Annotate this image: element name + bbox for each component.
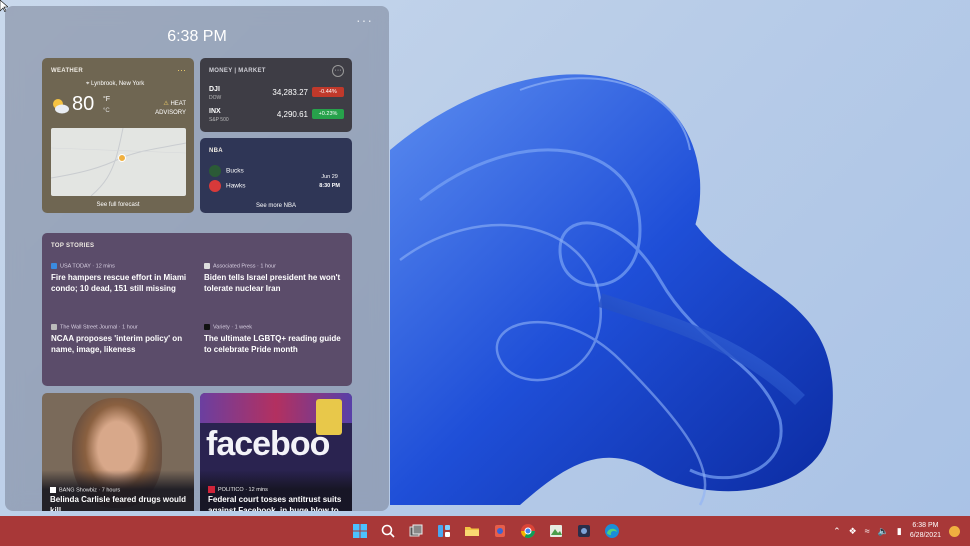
battery-icon[interactable]: ▮ — [897, 526, 902, 537]
show-hidden-icons-chevron-icon[interactable]: ⌃ — [833, 526, 841, 537]
photo-story-source-text: BANG Showbiz · 7 hours — [59, 487, 121, 493]
money-market-widget[interactable]: MONEY | MARKET ··· DJI DOW 34,283.27 -0.… — [200, 58, 352, 132]
taskbar-date: 6/28/2021 — [909, 532, 941, 539]
chrome-icon[interactable] — [520, 523, 536, 539]
story-item[interactable]: Variety · 1 week The ultimate LGBTQ+ rea… — [204, 324, 344, 355]
story-source-text: Variety · 1 week — [213, 324, 253, 331]
stock-price: 34,283.27 — [272, 88, 308, 97]
weather-label: WEATHER — [51, 68, 83, 74]
see-more-nba-link[interactable]: See more NBA — [200, 203, 352, 209]
team-hawks[interactable]: Hawks — [209, 180, 246, 192]
hawks-logo-icon — [209, 180, 221, 192]
story-headline: Biden tells Israel president he won't to… — [204, 273, 341, 294]
weather-location: ⌖ Lynbrook, New York — [86, 81, 145, 87]
photo-story-source: POLITICO · 12 mins — [208, 486, 268, 493]
location-pin-icon — [118, 154, 126, 162]
nba-label: NBA — [209, 148, 223, 154]
stock-row-inx[interactable]: INX S&P 500 4,290.61 +0.23% — [209, 108, 344, 124]
stock-change-badge: -0.44% — [312, 87, 344, 97]
taskbar: ⌃ ❖ ≈ 🔈 ▮ 6:38 PM 6/28/2021 — [0, 516, 970, 546]
story-headline: NCAA proposes 'interim policy' on name, … — [51, 334, 183, 355]
weather-widget[interactable]: WEATHER ··· ⌖ Lynbrook, New York 80 °F °… — [42, 58, 194, 213]
story-item[interactable]: USA TODAY · 12 mins Fire hampers rescue … — [51, 263, 191, 294]
story-item[interactable]: Associated Press · 1 hour Biden tells Is… — [204, 263, 344, 294]
usa-today-icon — [51, 263, 57, 269]
wifi-icon[interactable]: ≈ — [865, 526, 870, 536]
game-time: 8:30 PM — [319, 183, 340, 189]
story-source: USA TODAY · 12 mins — [51, 263, 191, 269]
dropbox-icon[interactable]: ❖ — [849, 526, 857, 537]
game-datetime: Jun 29 8:30 PM — [319, 173, 340, 191]
taskbar-clock[interactable]: 6:38 PM 6/28/2021 — [910, 521, 941, 541]
stock-symbol: INX — [209, 108, 221, 115]
widgets-panel: ··· 6:38 PM WEATHER ··· ⌖ Lynbrook, New … — [5, 6, 389, 511]
heat-advisory-alert[interactable]: ⚠ HEAT ADVISORY — [155, 100, 186, 118]
warning-icon: ⚠ — [163, 101, 169, 107]
weather-temperature: 80 — [72, 93, 95, 115]
weather-more-icon[interactable]: ··· — [177, 65, 186, 75]
variety-icon — [204, 324, 210, 330]
top-stories-widget: TOP STORIES USA TODAY · 12 mins Fire ham… — [42, 233, 352, 386]
money-label: MONEY | MARKET — [209, 68, 266, 74]
bucks-logo-icon — [209, 165, 221, 177]
weather-map[interactable] — [50, 127, 187, 197]
image-editor-icon[interactable] — [548, 523, 564, 539]
panel-more-options-icon[interactable]: ··· — [356, 12, 373, 28]
photo-story-card[interactable]: BANG Showbiz · 7 hours Belinda Carlisle … — [42, 393, 194, 511]
stock-subtitle: DOW — [209, 95, 222, 101]
widgets-icon[interactable] — [436, 523, 452, 539]
windows-start-icon[interactable] — [352, 523, 368, 539]
see-full-forecast-link[interactable]: See full forecast — [42, 202, 194, 208]
team-bucks[interactable]: Bucks — [209, 165, 244, 177]
nba-widget[interactable]: NBA Bucks Hawks Jun 29 8:30 PM See more … — [200, 138, 352, 213]
team-name: Hawks — [226, 182, 246, 190]
team-name: Bucks — [226, 167, 244, 175]
photo-story-source-text: POLITICO · 12 mins — [218, 486, 268, 493]
facebook-sign-image: faceboo — [206, 425, 330, 463]
weather-location-text: Lynbrook, New York — [91, 81, 145, 87]
story-source-text: USA TODAY · 12 mins — [60, 263, 115, 270]
search-icon[interactable] — [380, 523, 396, 539]
stock-subtitle: S&P 500 — [209, 117, 229, 123]
story-source: Variety · 1 week — [204, 324, 344, 330]
task-view-icon[interactable] — [408, 523, 424, 539]
system-tray: ⌃ ❖ ≈ 🔈 ▮ 6:38 PM 6/28/2021 — [833, 516, 960, 546]
app-icon[interactable] — [492, 523, 508, 539]
stock-symbol: DJI — [209, 86, 220, 93]
story-headline: Fire hampers rescue effort in Miami cond… — [51, 273, 187, 294]
notification-icon[interactable] — [949, 525, 960, 537]
ap-icon — [204, 263, 210, 269]
story-source-text: Associated Press · 1 hour — [213, 263, 276, 270]
widgets-clock: 6:38 PM — [167, 28, 227, 45]
file-explorer-icon[interactable] — [464, 523, 480, 539]
game-date: Jun 29 — [321, 174, 338, 180]
story-source-text: The Wall Street Journal · 1 hour — [60, 324, 138, 331]
fahrenheit-toggle[interactable]: °F — [103, 96, 110, 103]
bang-showbiz-icon — [50, 486, 56, 493]
story-headline: The ultimate LGBTQ+ reading guide to cel… — [204, 334, 341, 355]
alert-line-1: HEAT — [170, 101, 186, 107]
money-more-icon[interactable]: ··· — [332, 65, 344, 77]
photo-story-headline: Federal court tosses antitrust suits aga… — [208, 495, 342, 511]
alert-line-2: ADVISORY — [155, 110, 186, 116]
photo-story-headline: Belinda Carlisle feared drugs would kill — [50, 495, 187, 511]
photo-story-card[interactable]: faceboo POLITICO · 12 mins Federal court… — [200, 393, 352, 511]
story-item[interactable]: The Wall Street Journal · 1 hour NCAA pr… — [51, 324, 191, 355]
celsius-toggle[interactable]: °C — [103, 108, 110, 114]
stock-row-dji[interactable]: DJI DOW 34,283.27 -0.44% — [209, 86, 344, 102]
story-source: The Wall Street Journal · 1 hour — [51, 324, 191, 330]
stock-price: 4,290.61 — [276, 110, 308, 119]
politico-icon — [208, 486, 215, 493]
story-source: Associated Press · 1 hour — [204, 263, 344, 269]
top-stories-label: TOP STORIES — [51, 243, 95, 249]
camera-app-icon[interactable] — [576, 523, 592, 539]
volume-muted-icon[interactable]: 🔈 — [878, 526, 889, 537]
wsj-icon — [51, 324, 57, 330]
partly-cloudy-icon — [53, 99, 69, 114]
stock-change-badge: +0.23% — [312, 109, 344, 119]
taskbar-time: 6:38 PM — [912, 522, 939, 529]
photo-story-source: BANG Showbiz · 7 hours — [50, 486, 121, 493]
map-graphic — [50, 127, 187, 197]
edge-icon[interactable] — [604, 523, 620, 539]
